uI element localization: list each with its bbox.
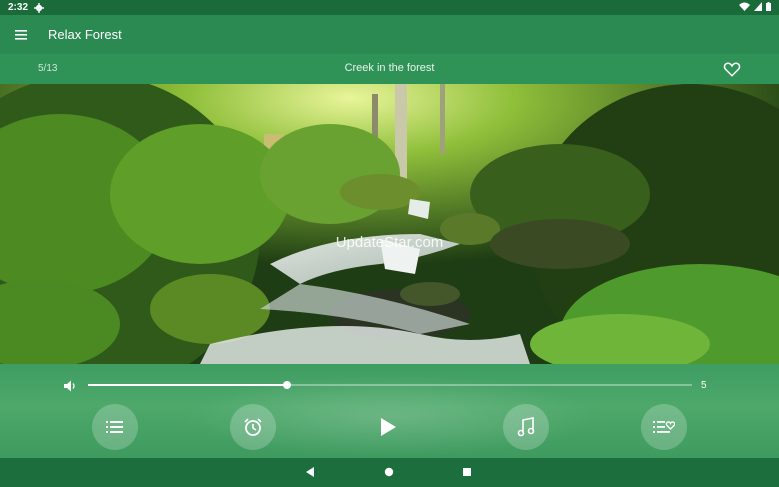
recents-icon[interactable] xyxy=(462,466,472,478)
sleep-timer-button[interactable] xyxy=(230,404,276,450)
forest-creek-image: UpdateStar.com xyxy=(0,84,779,364)
favorites-list-button[interactable] xyxy=(641,404,687,450)
playlist-button[interactable] xyxy=(92,404,138,450)
hamburger-menu-icon[interactable] xyxy=(14,28,30,42)
track-header: 5/13 Creek in the forest xyxy=(0,54,779,84)
app-bar: Relax Forest xyxy=(0,15,779,54)
battery-icon xyxy=(766,2,771,11)
list-icon xyxy=(106,421,123,433)
alarm-clock-icon xyxy=(244,418,262,436)
music-button[interactable] xyxy=(503,404,549,450)
volume-slider[interactable] xyxy=(88,381,692,389)
play-icon xyxy=(381,418,396,436)
app-title: Relax Forest xyxy=(48,27,122,42)
volume-value: 5 xyxy=(701,380,707,391)
status-bar: 2:32 xyxy=(0,0,779,15)
player-controls: 5 xyxy=(0,364,779,458)
status-time: 2:32 xyxy=(8,2,29,13)
wifi-icon xyxy=(739,2,750,11)
watermark-text: UpdateStar.com xyxy=(335,234,444,251)
track-name: Creek in the forest xyxy=(344,62,435,74)
gear-icon xyxy=(34,2,45,13)
music-note-icon xyxy=(517,417,535,437)
volume-icon[interactable] xyxy=(63,379,77,393)
system-nav-bar xyxy=(0,458,779,487)
play-button[interactable] xyxy=(373,412,403,442)
heart-icon[interactable] xyxy=(723,60,741,78)
volume-slider-fill xyxy=(88,384,288,386)
back-icon[interactable] xyxy=(305,466,315,478)
status-icons xyxy=(739,2,771,11)
signal-icon xyxy=(754,2,762,11)
home-icon[interactable] xyxy=(384,466,394,478)
favorite-list-icon xyxy=(653,421,675,433)
